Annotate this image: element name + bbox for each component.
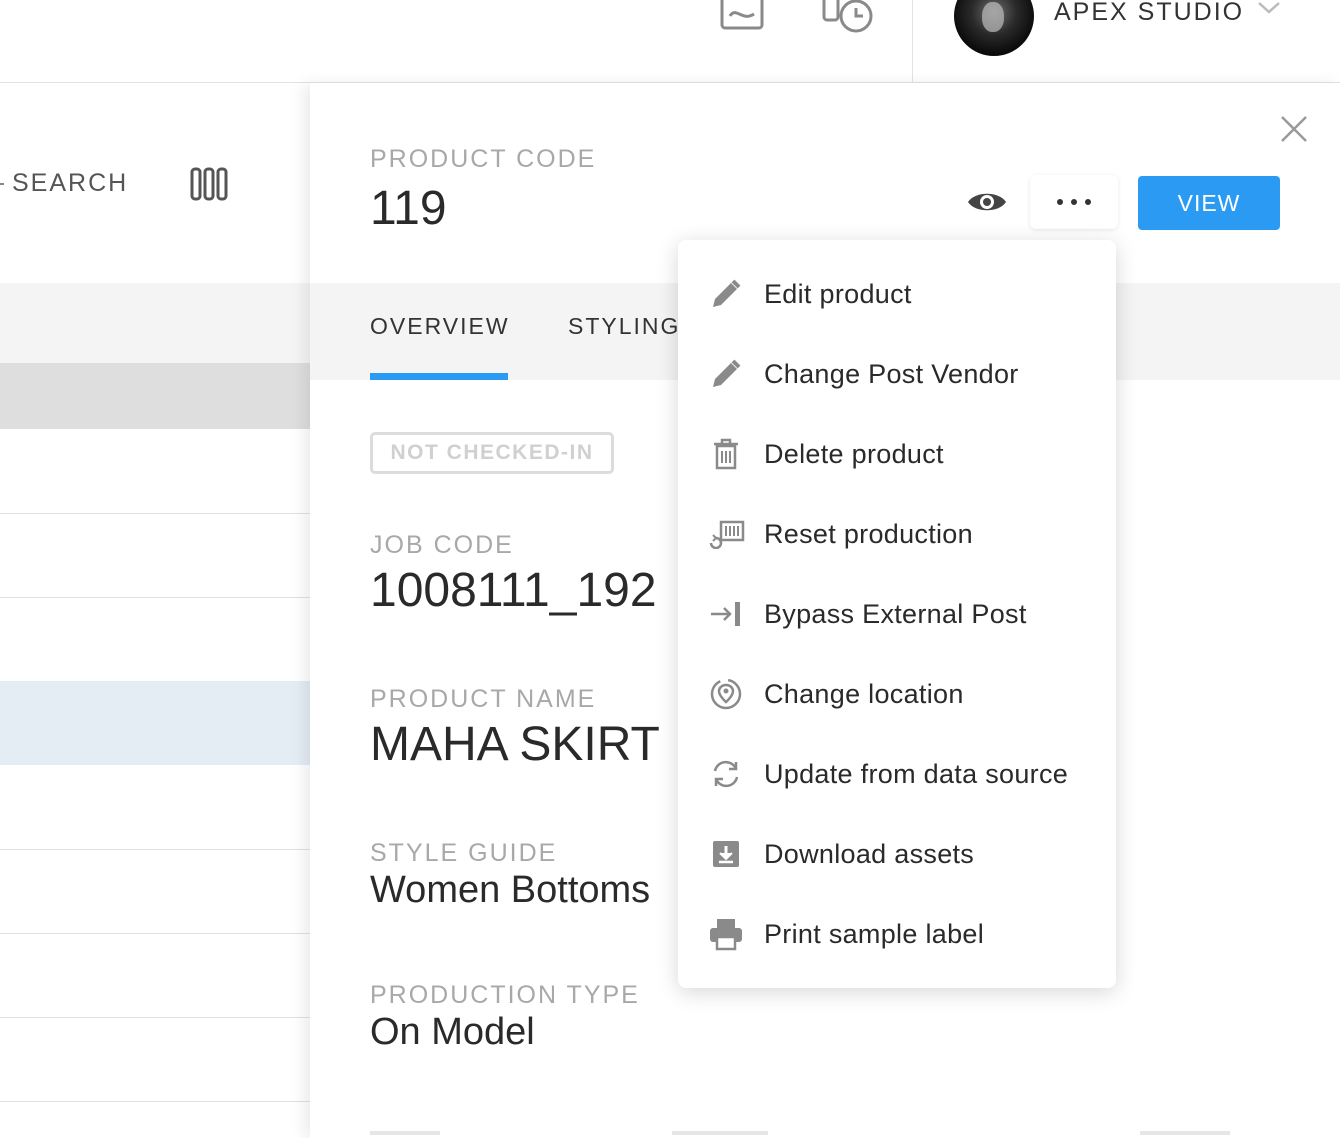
download-icon	[706, 834, 746, 874]
table-row[interactable]	[0, 597, 310, 598]
active-tab-indicator	[370, 373, 508, 380]
columns-icon[interactable]	[190, 167, 228, 206]
menu-item-label: Update from data source	[764, 758, 1069, 789]
status-badge: NOT CHECKED-IN	[370, 432, 614, 474]
product-code-value: 119	[370, 182, 447, 235]
tab-styling[interactable]: STYLING	[568, 313, 680, 340]
tab-overview[interactable]: OVERVIEW	[370, 313, 510, 340]
style-guide-value: Women Bottoms	[370, 869, 651, 911]
production-type-label: PRODUCTION TYPE	[370, 981, 640, 1009]
style-guide-label: STYLE GUIDE	[370, 839, 558, 867]
list-header-row	[0, 363, 310, 429]
menu-item-print-sample-label[interactable]: Print sample label	[678, 894, 1116, 974]
eye-icon[interactable]	[966, 187, 1008, 217]
menu-item-label: Bypass External Post	[764, 598, 1027, 629]
menu-item-download-assets[interactable]: Download assets	[678, 814, 1116, 894]
location-icon	[706, 674, 746, 714]
product-name-label: PRODUCT NAME	[370, 685, 597, 713]
menu-item-bypass-external-post[interactable]: Bypass External Post	[678, 574, 1116, 654]
production-type-value: On Model	[370, 1011, 535, 1053]
table-row[interactable]	[0, 933, 310, 934]
menu-item-label: Delete product	[764, 438, 944, 469]
printer-icon	[706, 914, 746, 954]
menu-item-edit-product[interactable]: Edit product	[678, 254, 1116, 334]
product-code-label: PRODUCT CODE	[370, 145, 597, 173]
bypass-icon	[706, 594, 746, 634]
pencil-icon	[706, 354, 746, 394]
more-options-button[interactable]	[1030, 175, 1118, 229]
menu-item-label: Reset production	[764, 518, 973, 549]
search-button[interactable]: SEARCH	[12, 169, 128, 198]
job-code-value: 1008111_192	[370, 564, 657, 617]
menu-item-label: Print sample label	[764, 918, 985, 949]
table-row[interactable]	[0, 849, 310, 850]
menu-item-change-post-vendor[interactable]: Change Post Vendor	[678, 334, 1116, 414]
list-toolbar-band	[0, 283, 310, 363]
menu-item-label: Download assets	[764, 838, 975, 869]
menu-item-label: Edit product	[764, 278, 912, 309]
reset-production-icon	[706, 514, 746, 554]
menu-item-label: Change Post Vendor	[764, 358, 1019, 389]
view-button[interactable]: VIEW	[1138, 176, 1280, 230]
trash-icon	[706, 434, 746, 474]
product-list-panel: SEARCH	[0, 83, 310, 1138]
table-row-selected[interactable]	[0, 681, 310, 765]
menu-item-label: Change location	[764, 678, 964, 709]
faded-table-header	[370, 1131, 1230, 1135]
menu-item-delete-product[interactable]: Delete product	[678, 414, 1116, 494]
table-row[interactable]	[0, 513, 310, 514]
search-tick	[0, 183, 4, 185]
top-header: APEX STUDIO	[0, 0, 1340, 83]
chevron-down-icon[interactable]	[1256, 0, 1282, 21]
menu-item-update-from-data-source[interactable]: Update from data source	[678, 734, 1116, 814]
more-options-menu: Edit product Change Post Vendor Delete p…	[678, 240, 1116, 988]
avatar[interactable]	[954, 0, 1034, 56]
table-row[interactable]	[0, 1101, 310, 1102]
menu-item-reset-production[interactable]: Reset production	[678, 494, 1116, 574]
chart-icon[interactable]	[720, 0, 766, 37]
table-row[interactable]	[0, 1017, 310, 1018]
menu-item-change-location[interactable]: Change location	[678, 654, 1116, 734]
product-name-value: MAHA SKIRT	[370, 718, 660, 771]
close-icon[interactable]	[1280, 115, 1308, 143]
job-code-label: JOB CODE	[370, 531, 514, 559]
header-divider	[912, 0, 913, 82]
device-clock-icon[interactable]	[822, 0, 876, 41]
refresh-icon	[706, 754, 746, 794]
studio-name[interactable]: APEX STUDIO	[1054, 0, 1244, 27]
pencil-icon	[706, 274, 746, 314]
